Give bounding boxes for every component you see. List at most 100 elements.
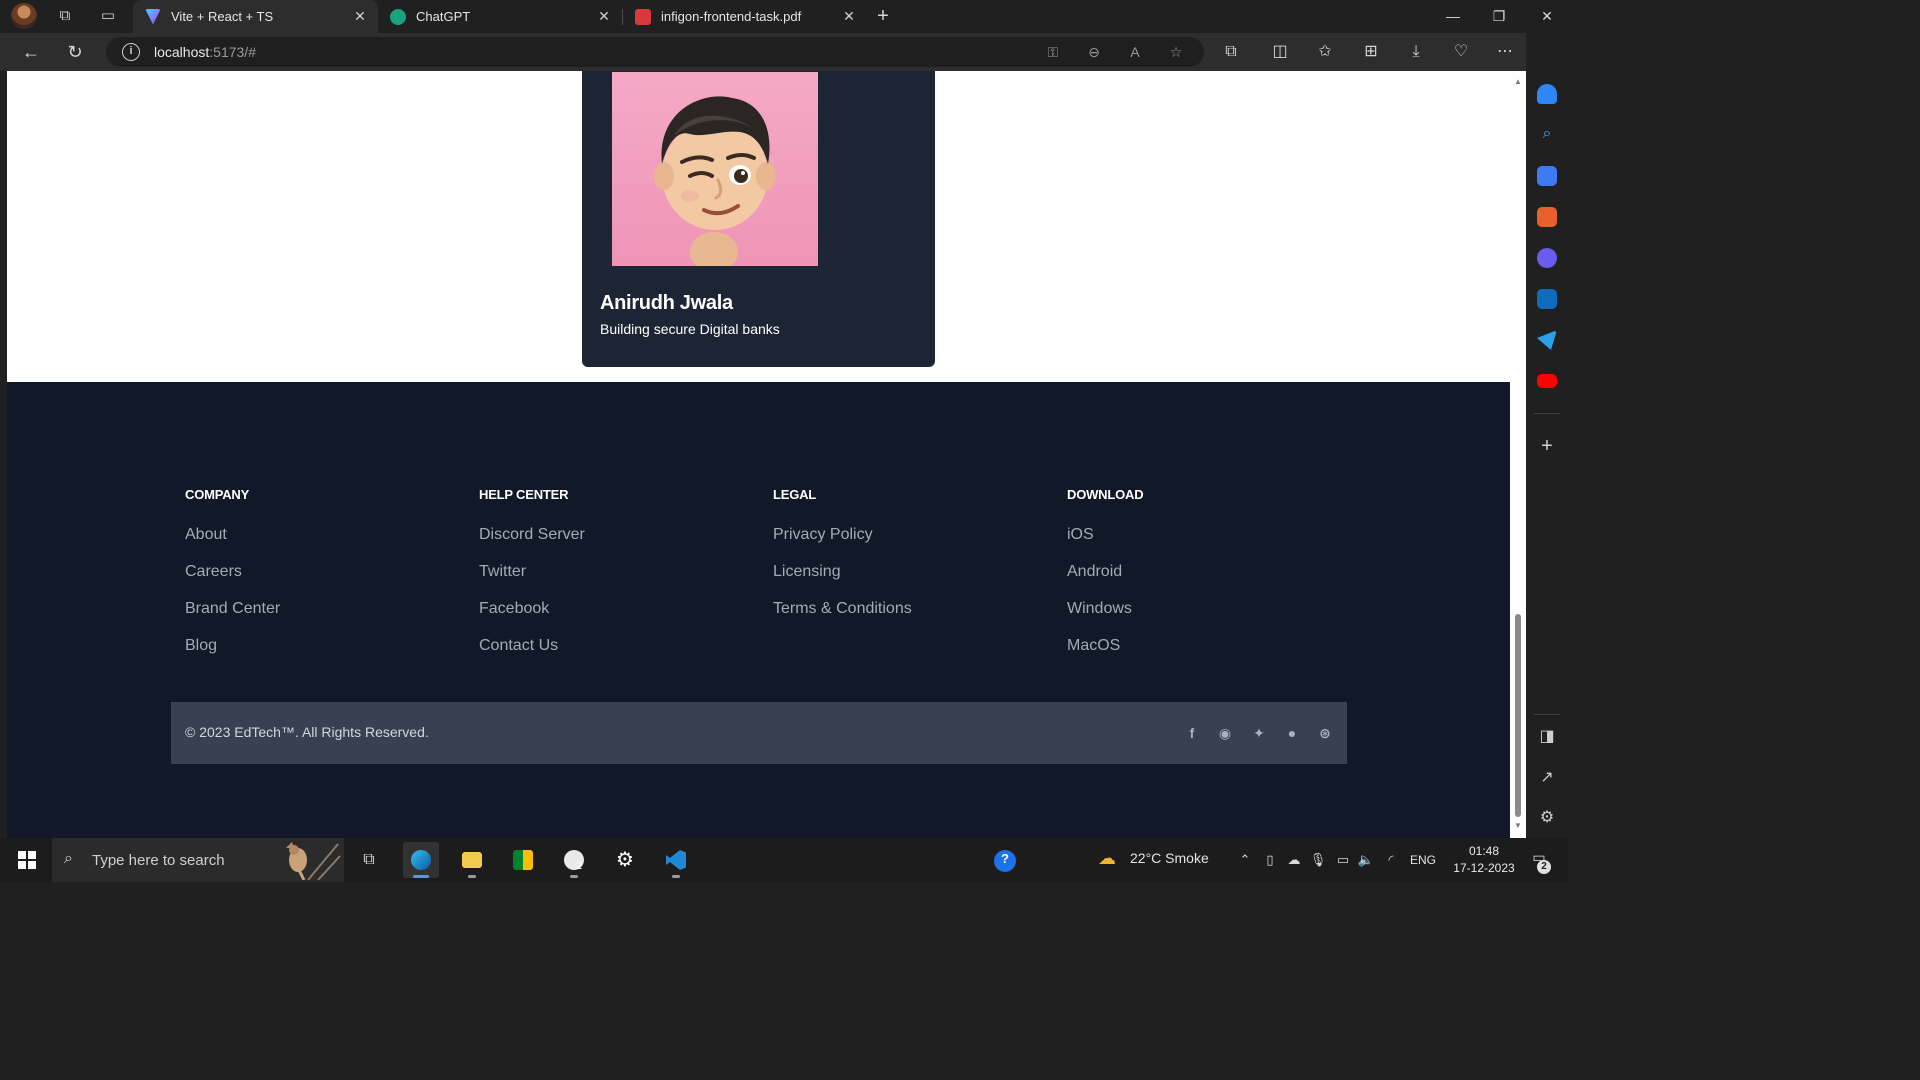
- hide-sidebar-icon[interactable]: ◨: [1536, 726, 1558, 748]
- split-screen-icon[interactable]: ◫: [1268, 40, 1292, 64]
- system-clock[interactable]: 01:48 17-12-2023: [1446, 843, 1522, 877]
- footer-link-discord[interactable]: Discord Server: [479, 525, 585, 562]
- page-scrollbar[interactable]: ▲ ▼: [1510, 71, 1526, 838]
- read-aloud-icon[interactable]: A: [1125, 42, 1145, 62]
- column-title: DOWNLOAD: [1067, 487, 1144, 502]
- facebook-icon[interactable]: f: [1183, 724, 1201, 742]
- footer-link-blog[interactable]: Blog: [185, 636, 280, 673]
- windows-start-icon[interactable]: [18, 851, 36, 869]
- taskbar-edge[interactable]: [403, 842, 439, 878]
- tab-chatgpt[interactable]: ChatGPT ✕: [378, 0, 622, 33]
- discord-icon[interactable]: ◉: [1216, 724, 1234, 742]
- column-title: COMPANY: [185, 487, 250, 502]
- footer-link-android[interactable]: Android: [1067, 562, 1143, 599]
- tab-pdf[interactable]: infigon-frontend-task.pdf ✕: [623, 0, 867, 33]
- games-icon[interactable]: [1537, 248, 1557, 268]
- notifications-icon[interactable]: [1537, 84, 1557, 104]
- collections-icon[interactable]: ⊞: [1359, 40, 1383, 64]
- battery-icon[interactable]: ▭: [1334, 851, 1352, 869]
- volume-icon[interactable]: 🔈: [1357, 851, 1375, 869]
- footer-link-facebook[interactable]: Facebook: [479, 599, 585, 636]
- show-hidden-icons-chevron[interactable]: ⌃: [1236, 851, 1254, 869]
- taskbar-vscode[interactable]: [658, 842, 694, 878]
- footer-link-licensing[interactable]: Licensing: [773, 562, 912, 599]
- zoom-out-icon[interactable]: ⊖: [1084, 42, 1104, 62]
- taskbar-search-box[interactable]: ⌕ Type here to search: [52, 838, 344, 882]
- footer-link-twitter[interactable]: Twitter: [479, 562, 585, 599]
- address-bar[interactable]: i localhost:5173/# ⚿ ⊖ A ☆: [106, 37, 1204, 67]
- search-sidebar-icon[interactable]: ⌕: [1536, 123, 1558, 145]
- footer-link-brand-center[interactable]: Brand Center: [185, 599, 280, 636]
- vscode-icon: [666, 850, 686, 870]
- column-title: HELP CENTER: [479, 487, 569, 502]
- workspaces-icon[interactable]: ⧉: [54, 5, 76, 27]
- back-icon[interactable]: ←: [19, 40, 43, 64]
- minimize-icon[interactable]: ―: [1441, 4, 1465, 28]
- favorite-star-icon[interactable]: ☆: [1166, 42, 1186, 62]
- taskbar-meet[interactable]: [505, 842, 541, 878]
- profile-avatar[interactable]: [11, 3, 37, 29]
- open-external-icon[interactable]: ↗: [1536, 767, 1558, 789]
- restore-icon[interactable]: ❐: [1487, 4, 1511, 28]
- running-indicator: [468, 875, 476, 878]
- footer-link-about[interactable]: About: [185, 525, 280, 562]
- scroll-up-arrow[interactable]: ▲: [1514, 77, 1522, 86]
- footer-link-contact[interactable]: Contact Us: [479, 636, 585, 673]
- chatgpt-badge: 2: [576, 860, 583, 872]
- tab-close-icon[interactable]: ✕: [350, 8, 370, 25]
- profile-card: Anirudh Jwala Building secure Digital ba…: [582, 71, 935, 367]
- taskbar-chatgpt[interactable]: 2: [556, 842, 592, 878]
- google-meet-icon: [513, 850, 533, 870]
- more-menu-icon[interactable]: ⋯: [1493, 40, 1517, 64]
- shopping-icon[interactable]: [1537, 166, 1557, 186]
- search-highlight-bird-icon: [286, 842, 341, 880]
- performance-icon[interactable]: ♡: [1449, 40, 1473, 64]
- tab-vite-react[interactable]: Vite + React + TS ✕: [133, 0, 378, 33]
- footer-link-privacy[interactable]: Privacy Policy: [773, 525, 912, 562]
- pdf-icon: [635, 8, 651, 25]
- github-icon[interactable]: ●: [1283, 724, 1301, 742]
- add-sidebar-app-icon[interactable]: +: [1536, 435, 1558, 457]
- close-window-icon[interactable]: ✕: [1535, 4, 1559, 28]
- site-info-icon[interactable]: i: [122, 43, 140, 61]
- task-view-icon[interactable]: ⧉: [360, 851, 378, 869]
- favorites-icon[interactable]: ✩: [1313, 40, 1337, 64]
- tab-close-icon[interactable]: ✕: [839, 8, 859, 25]
- cloud-offline-icon[interactable]: ☁: [1285, 851, 1303, 869]
- footer-link-ios[interactable]: iOS: [1067, 525, 1143, 562]
- sidebar-settings-icon[interactable]: ⚙: [1536, 807, 1558, 829]
- microphone-icon[interactable]: 🎙: [1309, 851, 1327, 869]
- footer-link-terms[interactable]: Terms & Conditions: [773, 599, 912, 636]
- tools-icon[interactable]: [1537, 207, 1557, 227]
- footer-column-legal: LEGAL Privacy Policy Licensing Terms & C…: [773, 487, 912, 636]
- weather-text[interactable]: 22°C Smoke: [1130, 850, 1209, 866]
- twitter-icon[interactable]: ✦: [1250, 724, 1268, 742]
- outlook-icon[interactable]: [1537, 289, 1557, 309]
- taskbar-file-explorer[interactable]: [454, 842, 490, 878]
- clock-date: 17-12-2023: [1453, 861, 1515, 875]
- refresh-icon[interactable]: ↻: [63, 40, 87, 64]
- help-icon[interactable]: ?: [994, 850, 1016, 872]
- dribbble-icon[interactable]: ⊛: [1316, 724, 1334, 742]
- tab-close-icon[interactable]: ✕: [594, 8, 614, 25]
- folder-icon: [462, 852, 482, 868]
- device-icon[interactable]: ▯: [1261, 851, 1279, 869]
- footer-link-macos[interactable]: MacOS: [1067, 636, 1143, 673]
- new-tab-button[interactable]: +: [872, 5, 894, 27]
- youtube-icon[interactable]: [1537, 374, 1557, 388]
- page-viewport: Anirudh Jwala Building secure Digital ba…: [7, 71, 1510, 838]
- wifi-icon[interactable]: ◜: [1382, 851, 1400, 869]
- vertical-tabs-icon[interactable]: ▭: [97, 5, 119, 27]
- downloads-icon[interactable]: ⤓: [1404, 40, 1428, 64]
- footer-link-careers[interactable]: Careers: [185, 562, 280, 599]
- key-icon[interactable]: ⚿: [1043, 42, 1063, 62]
- scroll-thumb[interactable]: [1515, 614, 1521, 817]
- scroll-down-arrow[interactable]: ▼: [1514, 821, 1522, 830]
- telegram-icon[interactable]: [1537, 330, 1557, 350]
- language-indicator[interactable]: ENG: [1410, 853, 1436, 867]
- extensions-icon[interactable]: ⧉: [1219, 40, 1243, 64]
- url-text[interactable]: localhost:5173/#: [154, 44, 256, 60]
- search-placeholder: Type here to search: [92, 852, 225, 869]
- footer-link-windows[interactable]: Windows: [1067, 599, 1143, 636]
- taskbar-settings[interactable]: ⚙: [607, 842, 643, 878]
